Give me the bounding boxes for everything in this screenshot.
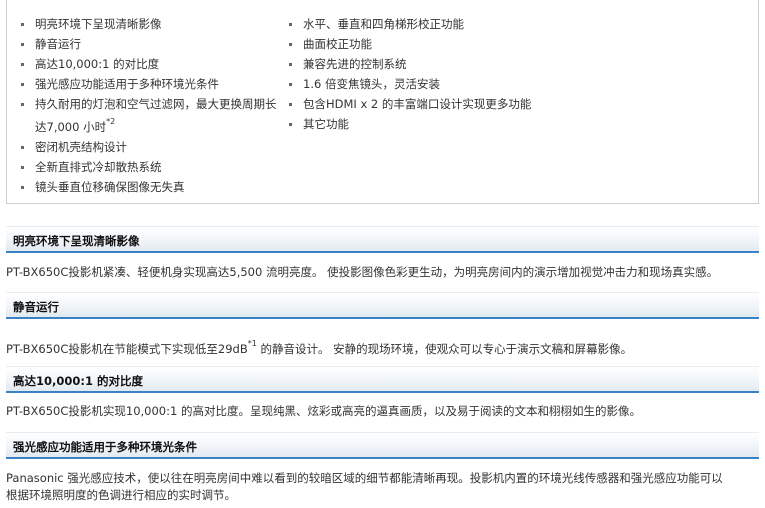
- list-item: 水平、垂直和四角梯形校正功能: [287, 14, 537, 34]
- list-item: 密闭机壳结构设计: [19, 137, 289, 157]
- section-title: 强光感应功能适用于多种环境光条件: [13, 440, 197, 454]
- section-text-daylight: Panasonic 强光感应技术，使以往在明亮房间中难以看到的较暗区域的细节都能…: [6, 471, 723, 502]
- footnote-mark: *1: [247, 339, 257, 348]
- list-item: 强光感应功能适用于多种环境光条件: [19, 74, 289, 94]
- bullet-icon: [289, 23, 292, 26]
- features-list-left: 明亮环境下呈现清晰影像 静音运行 高达10,000:1 的对比度 强光感应功能适…: [19, 14, 289, 197]
- list-item: 包含HDMI x 2 的丰富端口设计实现更多功能: [287, 94, 537, 114]
- bullet-icon: [289, 63, 292, 66]
- bullet-icon: [21, 63, 24, 66]
- list-item: 持久耐用的灯泡和空气过滤网，最大更换周期长 达7,000 小时*2: [19, 94, 289, 137]
- features-summary-box: 明亮环境下呈现清晰影像 静音运行 高达10,000:1 的对比度 强光感应功能适…: [6, 0, 759, 204]
- bullet-icon: [21, 145, 24, 149]
- features-list-right: 水平、垂直和四角梯形校正功能 曲面校正功能 兼容先进的控制系统 1.6 倍变焦镜…: [287, 14, 537, 134]
- list-item: 其它功能: [287, 114, 537, 134]
- list-item: 明亮环境下呈现清晰影像: [19, 14, 289, 34]
- bullet-icon: [21, 43, 24, 46]
- section-text-quiet: PT-BX650C投影机在节能模式下实现低至29dB*1 的静音设计。 安静的现…: [6, 339, 633, 356]
- section-header-bright: 明亮环境下呈现清晰影像: [6, 226, 759, 253]
- bullet-icon: [289, 103, 292, 106]
- section-title: 静音运行: [13, 300, 59, 314]
- bullet-icon: [21, 103, 24, 106]
- section-header-quiet: 静音运行: [6, 292, 759, 319]
- list-item: 全新直排式冷却散热系统: [19, 157, 289, 177]
- list-item: 兼容先进的控制系统: [287, 54, 537, 74]
- section-title: 高达10,000:1 的对比度: [13, 374, 143, 388]
- footnote-mark: *2: [106, 117, 116, 126]
- bullet-icon: [21, 185, 24, 189]
- bullet-icon: [21, 83, 24, 86]
- bullet-icon: [21, 165, 24, 169]
- list-item: 静音运行: [19, 34, 289, 54]
- section-header-contrast: 高达10,000:1 的对比度: [6, 366, 759, 393]
- list-item: 1.6 倍变焦镜头，灵活安装: [287, 74, 537, 94]
- section-title: 明亮环境下呈现清晰影像: [13, 234, 140, 248]
- bullet-icon: [289, 83, 292, 86]
- section-header-daylight: 强光感应功能适用于多种环境光条件: [6, 432, 759, 459]
- list-item: 曲面校正功能: [287, 34, 537, 54]
- bullet-icon: [289, 43, 292, 46]
- list-item: 镜头垂直位移确保图像无失真: [19, 177, 289, 197]
- list-item: 高达10,000:1 的对比度: [19, 54, 289, 74]
- section-text-contrast: PT-BX650C投影机实现10,000:1 的高对比度。呈现纯黑、炫彩或高亮的…: [6, 404, 641, 418]
- bullet-icon: [289, 123, 292, 126]
- section-text-bright: PT-BX650C投影机紧凑、轻便机身实现高达5,500 流明亮度。 使投影图像…: [6, 265, 719, 279]
- bullet-icon: [21, 23, 24, 26]
